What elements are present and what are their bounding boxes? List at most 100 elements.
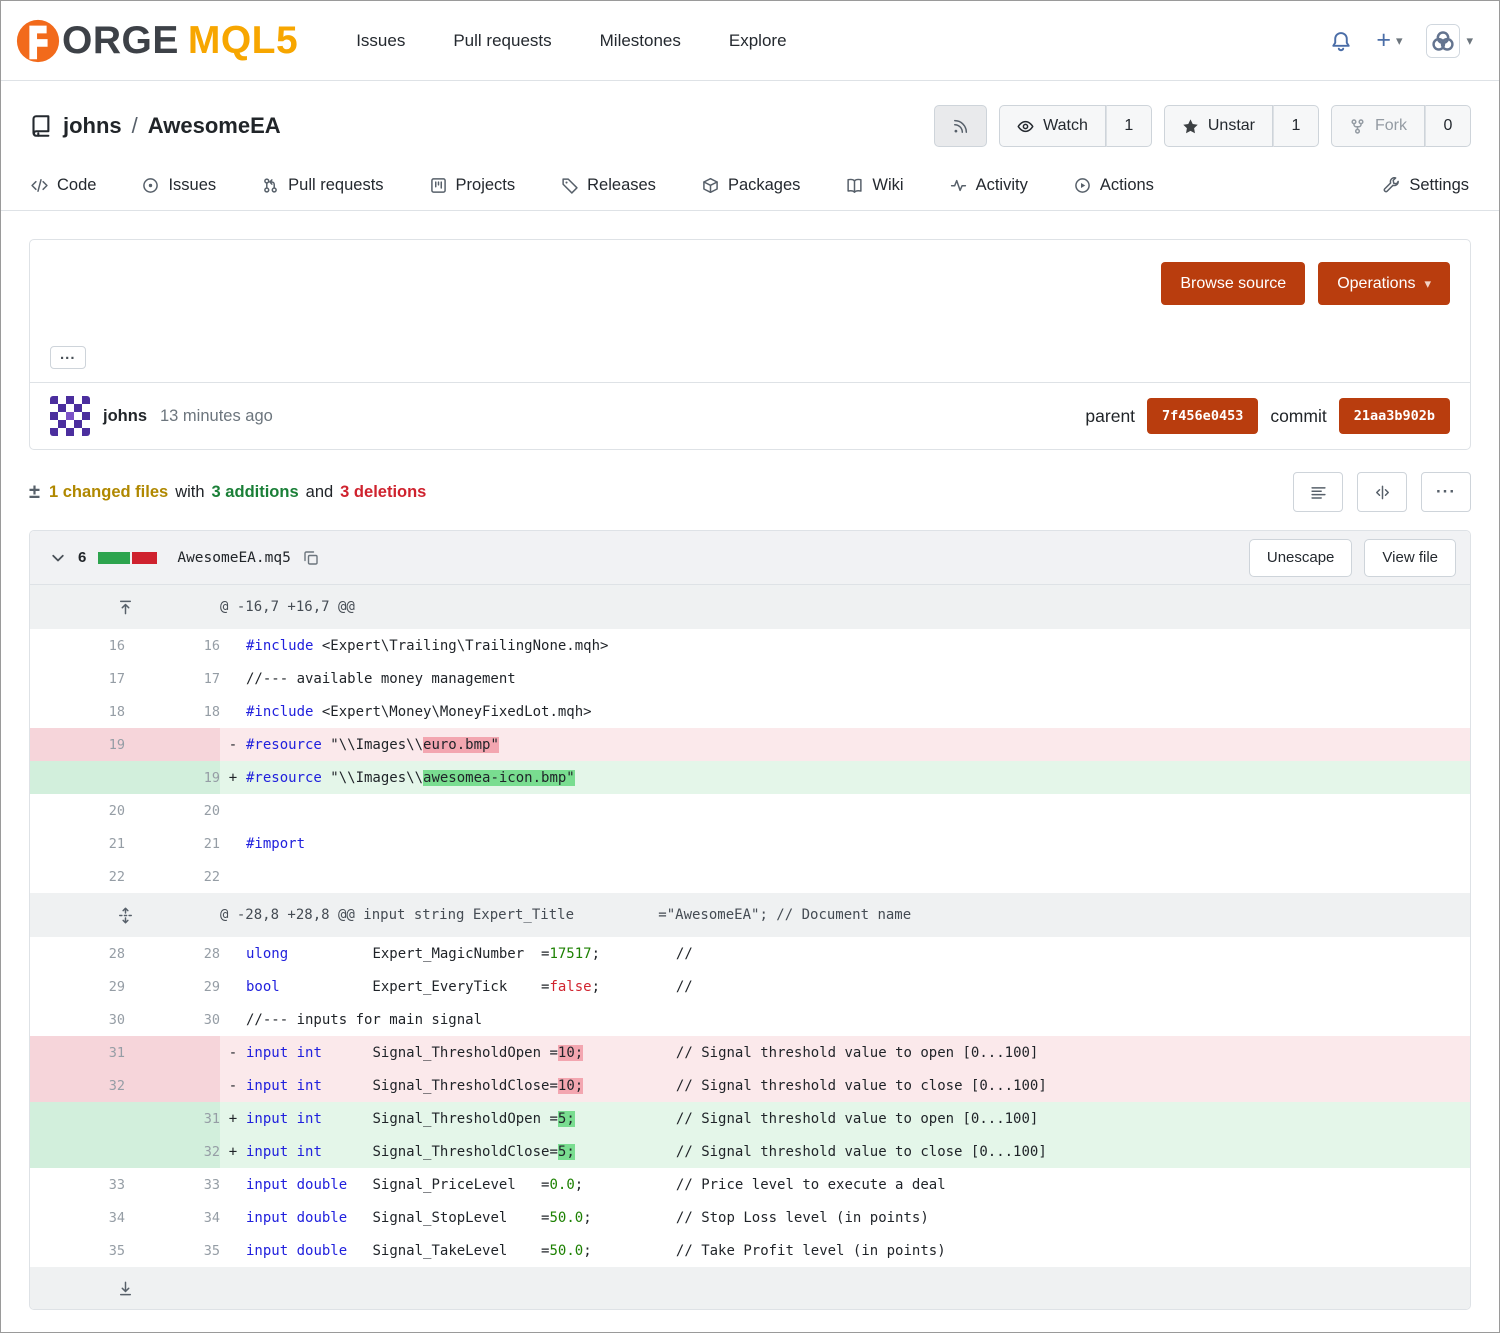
diff-sign: - — [220, 1045, 246, 1061]
nav-item-milestones[interactable]: Milestones — [600, 31, 681, 51]
collapse-file-chevron-icon[interactable] — [50, 550, 66, 566]
tab-issues[interactable]: Issues — [142, 176, 216, 195]
line-number-old[interactable]: 16 — [30, 629, 125, 662]
tab-releases[interactable]: Releases — [561, 176, 656, 195]
line-number-new[interactable]: 18 — [125, 695, 220, 728]
line-number-new[interactable]: 28 — [125, 937, 220, 970]
line-number-old[interactable]: 21 — [30, 827, 125, 860]
rss-icon — [952, 118, 969, 135]
view-file-button[interactable]: View file — [1364, 539, 1456, 577]
line-number-old[interactable] — [30, 761, 125, 794]
parent-hash-button[interactable]: 7f456e0453 — [1147, 398, 1258, 434]
line-number-new[interactable]: 30 — [125, 1003, 220, 1036]
expand-both-icon[interactable] — [30, 893, 220, 937]
notifications-bell-icon[interactable] — [1330, 30, 1352, 52]
nav-item-pull-requests[interactable]: Pull requests — [453, 31, 551, 51]
fork-button[interactable]: Fork — [1331, 105, 1425, 147]
diff-filename[interactable]: AwesomeEA.mq5 — [177, 550, 291, 566]
tab-activity[interactable]: Activity — [950, 176, 1028, 195]
commit-hash-button[interactable]: 21aa3b902b — [1339, 398, 1450, 434]
line-number-new[interactable] — [125, 1069, 220, 1102]
split-view-button[interactable] — [1357, 472, 1407, 512]
line-number-old[interactable] — [30, 1102, 125, 1135]
watchers-count[interactable]: 1 — [1106, 105, 1152, 147]
line-number-old[interactable]: 22 — [30, 860, 125, 893]
nav-item-explore[interactable]: Explore — [729, 31, 787, 51]
star-button-group: Unstar 1 — [1164, 105, 1319, 147]
tab-packages[interactable]: Packages — [702, 176, 800, 195]
code-line: -#resource "\\Images\\euro.bmp" — [220, 728, 1470, 761]
tab-wiki[interactable]: Wiki — [846, 176, 903, 195]
line-number-new[interactable]: 21 — [125, 827, 220, 860]
line-number-old[interactable]: 17 — [30, 662, 125, 695]
copy-filename-icon[interactable] — [303, 550, 319, 566]
code-line: #include <Expert\Trailing\TrailingNone.m… — [220, 629, 1470, 662]
line-number-new[interactable]: 33 — [125, 1168, 220, 1201]
tab-pull-requests[interactable]: Pull requests — [262, 176, 383, 195]
watch-button[interactable]: Watch — [999, 105, 1106, 147]
author-name-link[interactable]: johns — [103, 407, 147, 426]
line-number-new[interactable]: 35 — [125, 1234, 220, 1267]
line-number-old[interactable]: 34 — [30, 1201, 125, 1234]
line-number-old[interactable]: 32 — [30, 1069, 125, 1102]
line-number-old[interactable]: 35 — [30, 1234, 125, 1267]
line-number-old[interactable]: 31 — [30, 1036, 125, 1069]
site-logo[interactable]: ORGE MQL5 — [15, 18, 298, 64]
expand-up-icon[interactable] — [30, 585, 220, 629]
fork-label: Fork — [1375, 117, 1407, 135]
forks-count[interactable]: 0 — [1425, 105, 1471, 147]
expand-commit-message-button[interactable]: ... — [50, 346, 86, 369]
tab-label: Packages — [728, 176, 800, 195]
operations-dropdown-button[interactable]: Operations ▾ — [1318, 262, 1450, 305]
tab-code[interactable]: Code — [31, 176, 96, 195]
diff-row-ctx: 2121#import — [30, 827, 1470, 860]
line-number-old[interactable]: 29 — [30, 970, 125, 1003]
line-number-old[interactable]: 19 — [30, 728, 125, 761]
expand-down-icon[interactable] — [30, 1267, 220, 1309]
diff-row-add: 32+input int Signal_ThresholdClose=5; //… — [30, 1135, 1470, 1168]
line-number-old[interactable]: 30 — [30, 1003, 125, 1036]
hunk-header-text: @ -16,7 +16,7 @@ — [220, 585, 1470, 629]
nav-item-issues[interactable]: Issues — [356, 31, 405, 51]
line-number-new[interactable]: 34 — [125, 1201, 220, 1234]
line-number-new[interactable]: 19 — [125, 761, 220, 794]
user-menu[interactable]: ▾ — [1426, 24, 1473, 58]
tab-actions[interactable]: Actions — [1074, 176, 1154, 195]
line-number-old[interactable]: 28 — [30, 937, 125, 970]
main-nav: Issues Pull requests Milestones Explore — [356, 31, 786, 51]
file-tree-toggle-button[interactable] — [1293, 472, 1343, 512]
line-number-new[interactable]: 32 — [125, 1135, 220, 1168]
line-number-new[interactable] — [125, 728, 220, 761]
repo-tabs: Code Issues Pull requests Projects Releases P… — [1, 161, 1499, 211]
line-number-old[interactable]: 20 — [30, 794, 125, 827]
line-number-old[interactable]: 18 — [30, 695, 125, 728]
line-number-new[interactable]: 22 — [125, 860, 220, 893]
diff-row-ctx: 3030//--- inputs for main signal — [30, 1003, 1470, 1036]
user-avatar — [1426, 24, 1460, 58]
line-number-new[interactable]: 20 — [125, 794, 220, 827]
unescape-button[interactable]: Unescape — [1249, 539, 1353, 577]
line-number-new[interactable] — [125, 1036, 220, 1069]
unstar-button[interactable]: Unstar — [1164, 105, 1273, 147]
diff-row-add: 31+input int Signal_ThresholdOpen =5; //… — [30, 1102, 1470, 1135]
line-number-old[interactable] — [30, 1135, 125, 1168]
rss-feed-button[interactable] — [934, 105, 987, 147]
tab-projects[interactable]: Projects — [430, 176, 516, 195]
browse-source-button[interactable]: Browse source — [1161, 262, 1305, 305]
code-line: //--- available money management — [220, 662, 1470, 695]
line-number-old[interactable]: 33 — [30, 1168, 125, 1201]
fork-button-group: Fork 0 — [1331, 105, 1471, 147]
line-number-new[interactable]: 31 — [125, 1102, 220, 1135]
line-number-new[interactable]: 17 — [125, 662, 220, 695]
diff-options-kebab-button[interactable]: ··· — [1421, 472, 1471, 512]
tag-icon — [561, 177, 578, 194]
forge-logo-icon — [15, 18, 61, 64]
line-number-new[interactable]: 29 — [125, 970, 220, 1003]
repo-owner-link[interactable]: johns — [63, 113, 122, 139]
line-number-new[interactable]: 16 — [125, 629, 220, 662]
create-new-button[interactable]: + ▾ — [1376, 28, 1402, 53]
repo-name-link[interactable]: AwesomeEA — [148, 113, 281, 139]
diff-table-body: @ -16,7 +16,7 @@1616#include <Expert\Tra… — [30, 585, 1470, 1309]
stars-count[interactable]: 1 — [1273, 105, 1319, 147]
tab-settings[interactable]: Settings — [1383, 176, 1469, 195]
